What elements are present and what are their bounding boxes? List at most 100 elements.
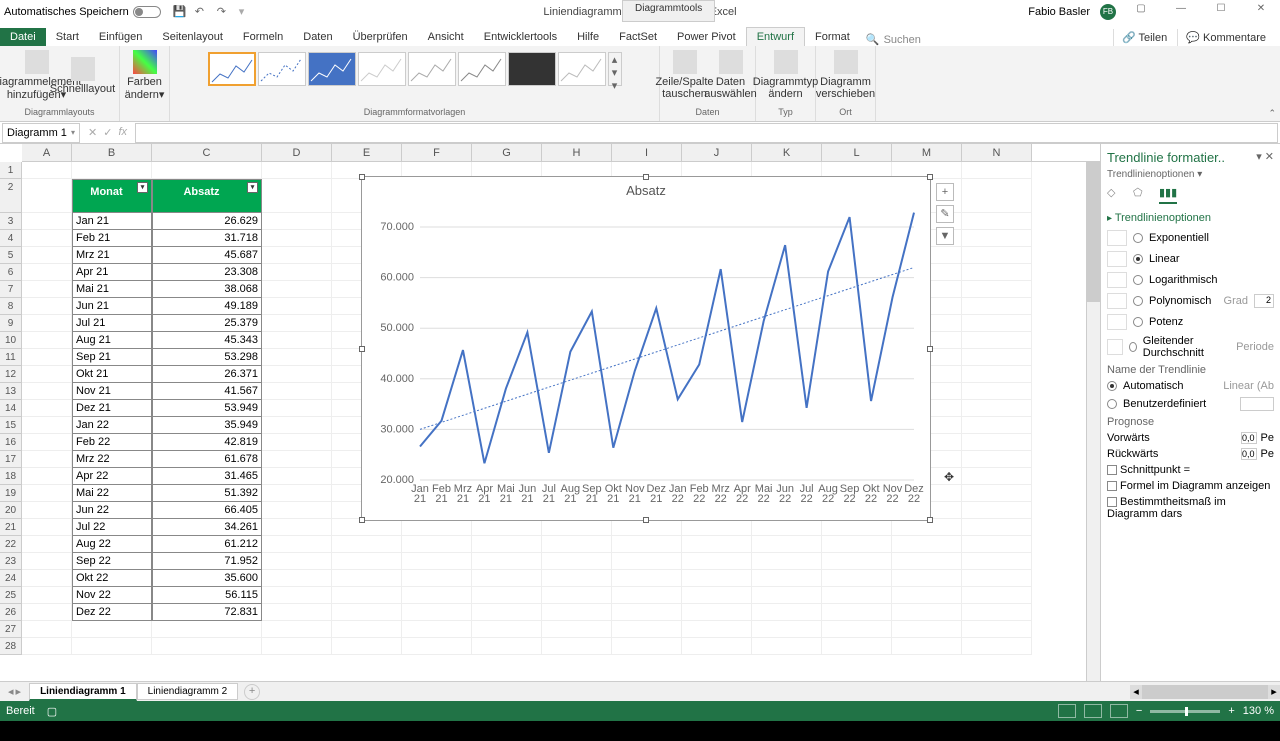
show-equation-check[interactable]: Formel im Diagramm anzeigen <box>1107 480 1274 492</box>
svg-text:21: 21 <box>607 493 619 505</box>
sheet-tab-1[interactable]: Liniendiagramm 1 <box>29 683 137 701</box>
name-box[interactable]: Diagramm 1▾ <box>2 123 80 143</box>
tab-format[interactable]: Format <box>805 28 860 46</box>
horizontal-scrollbar[interactable]: ◂▸ <box>1130 685 1280 699</box>
view-normal-icon[interactable] <box>1058 704 1076 718</box>
chart-style-5[interactable] <box>408 52 456 86</box>
chart-style-4[interactable] <box>358 52 406 86</box>
tab-start[interactable]: Start <box>46 28 89 46</box>
chart-styles-gallery[interactable]: ▴▾▾ <box>208 52 622 86</box>
formula-input[interactable] <box>135 123 1278 143</box>
ribbon: Diagrammelement hinzufügen▾ Schnelllayou… <box>0 46 1280 122</box>
tab-einfuegen[interactable]: Einfügen <box>89 28 152 46</box>
undo-icon[interactable]: ↶ <box>195 5 209 19</box>
trend-power[interactable]: Potenz <box>1107 314 1274 330</box>
fx-icon[interactable]: fx <box>118 126 127 139</box>
name-automatic[interactable]: AutomatischLinear (Ab <box>1107 380 1274 392</box>
pane-close-icon[interactable]: ▾ ✕ <box>1256 150 1274 163</box>
trend-linear[interactable]: Linear <box>1107 251 1274 267</box>
zoom-out-icon[interactable]: − <box>1136 705 1142 717</box>
svg-text:21: 21 <box>543 493 555 505</box>
show-rsquared-check[interactable]: Bestimmtheitsmaß im Diagramm dars <box>1107 496 1274 520</box>
zoom-in-icon[interactable]: + <box>1228 705 1234 717</box>
tab-hilfe[interactable]: Hilfe <box>567 28 609 46</box>
svg-text:21: 21 <box>414 493 426 505</box>
avatar[interactable]: FB <box>1100 4 1116 20</box>
tab-factset[interactable]: FactSet <box>609 28 667 46</box>
forecast-forward[interactable]: Vorwärts0,0 Pe <box>1107 432 1274 444</box>
svg-text:21: 21 <box>435 493 447 505</box>
view-pagelayout-icon[interactable] <box>1084 704 1102 718</box>
chart-object[interactable]: Absatz 20.00030.00040.00050.00060.00070.… <box>361 176 931 521</box>
add-sheet-button[interactable]: + <box>244 684 260 700</box>
tab-seitenlayout[interactable]: Seitenlayout <box>152 28 233 46</box>
minimize-icon[interactable]: — <box>1166 3 1196 21</box>
tab-formeln[interactable]: Formeln <box>233 28 293 46</box>
chart-styles-button[interactable]: ✎ <box>936 205 954 223</box>
sheet-tab-2[interactable]: Liniendiagramm 2 <box>137 683 239 700</box>
tab-nav-next-icon[interactable]: ▸ <box>16 685 22 698</box>
chart-style-3[interactable] <box>308 52 356 86</box>
styles-more-button[interactable]: ▴▾▾ <box>608 52 622 86</box>
statusbar: Bereit ▢ − + 130 % <box>0 701 1280 721</box>
select-data-button[interactable]: Daten auswählen <box>709 48 753 100</box>
trend-logarithmic[interactable]: Logarithmisch <box>1107 272 1274 288</box>
chart-style-8[interactable] <box>558 52 606 86</box>
close-icon[interactable]: ✕ <box>1246 3 1276 21</box>
collapse-ribbon-icon[interactable]: ⌃ <box>1268 108 1276 119</box>
pane-subtitle[interactable]: Trendlinienoptionen ▾ <box>1107 169 1274 180</box>
macro-record-icon[interactable]: ▢ <box>47 705 57 718</box>
switch-row-col-button[interactable]: Zeile/Spalte tauschen <box>663 48 707 100</box>
column-headers[interactable]: ABCDEFGHIJKLMN <box>22 144 1100 162</box>
forecast-backward[interactable]: Rückwärts0,0 Pe <box>1107 448 1274 460</box>
tab-nav-prev-icon[interactable]: ◂ <box>8 685 14 698</box>
change-chart-type-button[interactable]: Diagrammtyp ändern <box>764 48 808 100</box>
view-pagebreak-icon[interactable] <box>1110 704 1128 718</box>
chart-elements-button[interactable]: + <box>936 183 954 201</box>
quick-layout-button[interactable]: Schnelllayout <box>61 55 105 95</box>
name-section-label: Name der Trendlinie <box>1107 364 1274 376</box>
vertical-scrollbar[interactable] <box>1086 162 1100 681</box>
chart-style-6[interactable] <box>458 52 506 86</box>
pane-tab-options-icon[interactable]: ▮▮▮ <box>1159 186 1177 204</box>
zoom-slider[interactable] <box>1150 710 1220 713</box>
chart-style-7[interactable] <box>508 52 556 86</box>
pane-tab-effects-icon[interactable]: ⬠ <box>1133 186 1151 204</box>
tab-entwicklertools[interactable]: Entwicklertools <box>474 28 567 46</box>
tab-ueberpruefen[interactable]: Überprüfen <box>343 28 418 46</box>
save-icon[interactable]: 💾 <box>173 5 187 19</box>
svg-text:50.000: 50.000 <box>380 322 414 334</box>
trend-exponential[interactable]: Exponentiell <box>1107 230 1274 246</box>
sheet-tabs: ◂▸ Liniendiagramm 1 Liniendiagramm 2 + ◂… <box>0 681 1280 701</box>
change-colors-button[interactable]: Farben ändern▾ <box>123 48 167 101</box>
user-name[interactable]: Fabio Basler <box>1028 6 1090 18</box>
trend-polynomial[interactable]: PolynomischGrad2 <box>1107 293 1274 309</box>
svg-text:20.000: 20.000 <box>380 474 414 486</box>
maximize-icon[interactable]: ☐ <box>1206 3 1236 21</box>
autosave-toggle[interactable]: Automatisches Speichern <box>4 6 161 18</box>
tab-powerpivot[interactable]: Power Pivot <box>667 28 746 46</box>
chart-filters-button[interactable]: ▼ <box>936 227 954 245</box>
tab-ansicht[interactable]: Ansicht <box>418 28 474 46</box>
enter-icon[interactable]: ✓ <box>103 126 112 139</box>
zoom-level[interactable]: 130 % <box>1243 705 1274 717</box>
pane-section[interactable]: ▸ Trendlinienoptionen <box>1107 212 1274 224</box>
chart-style-1[interactable] <box>208 52 256 86</box>
tab-datei[interactable]: Datei <box>0 28 46 46</box>
worksheet[interactable]: ABCDEFGHIJKLMN 12Monat▾Absatz▾3Jan 2126.… <box>0 144 1100 681</box>
trend-moving-avg[interactable]: Gleitender DurchschnittPeriode <box>1107 335 1274 359</box>
search-box[interactable]: 🔍Suchen <box>866 33 921 46</box>
intercept-check[interactable]: Schnittpunkt = <box>1107 464 1274 476</box>
share-button[interactable]: 🔗 Teilen <box>1113 29 1175 46</box>
tab-entwurf[interactable]: Entwurf <box>746 27 805 46</box>
name-custom[interactable]: Benutzerdefiniert <box>1107 397 1274 411</box>
chart-style-2[interactable] <box>258 52 306 86</box>
ribbon-options-icon[interactable]: ▢ <box>1126 3 1156 21</box>
tab-daten[interactable]: Daten <box>293 28 342 46</box>
comments-button[interactable]: 💬 Kommentare <box>1177 29 1274 46</box>
pane-tab-fill-icon[interactable]: ◇ <box>1107 186 1125 204</box>
cancel-icon[interactable]: ✕ <box>88 126 97 139</box>
redo-icon[interactable]: ↷ <box>217 5 231 19</box>
move-chart-button[interactable]: Diagramm verschieben <box>824 48 868 100</box>
svg-text:40.000: 40.000 <box>380 373 414 385</box>
